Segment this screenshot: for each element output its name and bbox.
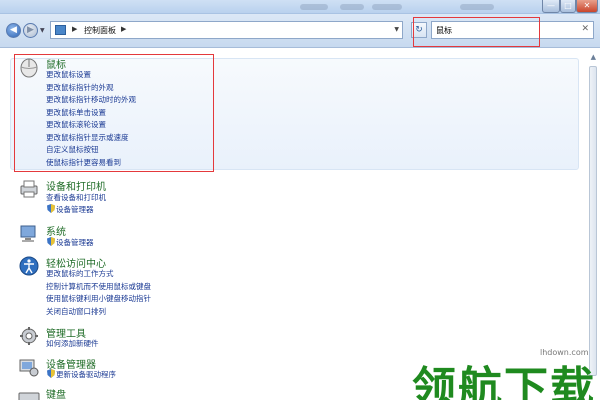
device-manager-icon [19, 359, 39, 377]
result-link[interactable]: 更改鼠标指针的外观 [46, 82, 114, 93]
search-results-pane: ▲ 鼠标 更改鼠标设置 更改鼠标指针的外观 更改鼠标指针移动时的外观 更改鼠标单… [0, 48, 600, 400]
address-bar[interactable]: ▶ 控制面板 ▶ ▼ [50, 21, 403, 39]
result-title[interactable]: 设备和打印机 [46, 178, 106, 193]
scrollbar-thumb[interactable] [589, 66, 597, 376]
clear-search-icon[interactable]: ✕ [581, 24, 589, 34]
result-link[interactable]: 控制计算机而不使用鼠标或键盘 [46, 281, 151, 292]
admin-shield-icon [47, 204, 55, 213]
minimize-button[interactable]: — [542, 0, 560, 13]
keyboard-icon [18, 392, 40, 400]
admin-tools-icon [20, 327, 38, 345]
back-button[interactable]: ◀ [6, 23, 21, 38]
admin-shield-icon [47, 369, 55, 378]
ease-of-access-icon [19, 256, 39, 276]
blurred-title-area [300, 4, 328, 10]
result-link[interactable]: 更改鼠标滚轮设置 [46, 119, 106, 130]
result-link[interactable]: 自定义鼠标按钮 [46, 144, 99, 155]
result-link[interactable]: 更改鼠标指针移动时的外观 [46, 94, 136, 105]
control-panel-icon [55, 25, 66, 35]
mouse-annotation-box [14, 54, 214, 172]
result-link[interactable]: 查看设备和打印机 [46, 192, 106, 203]
maximize-button[interactable]: □ [560, 0, 576, 13]
recent-pages-dropdown-icon[interactable]: ▼ [40, 27, 45, 34]
title-bar: — □ ✕ [0, 0, 600, 14]
result-link[interactable]: 更改鼠标设置 [46, 69, 91, 80]
breadcrumb-separator-icon[interactable]: ▶ [121, 25, 126, 33]
result-link[interactable]: 设备管理器 [56, 237, 94, 248]
result-link[interactable]: 更改鼠标单击设置 [46, 107, 106, 118]
result-link[interactable]: 更改鼠标指针显示或速度 [46, 132, 129, 143]
address-dropdown-icon[interactable]: ▼ [394, 26, 399, 33]
blurred-title-area [460, 4, 494, 10]
admin-shield-icon [47, 237, 55, 246]
search-annotation-box [413, 17, 540, 47]
close-button[interactable]: ✕ [576, 0, 598, 13]
result-link[interactable]: 更改鼠标的工作方式 [46, 268, 114, 279]
watermark-logo: 领航下载 [412, 363, 596, 400]
blurred-title-area [340, 4, 364, 10]
mouse-icon [20, 58, 38, 78]
result-link[interactable]: 使鼠标指针更容易看到 [46, 157, 121, 168]
result-link[interactable]: 设备管理器 [56, 204, 94, 215]
result-link[interactable]: 更新设备驱动程序 [56, 369, 116, 380]
printer-icon [20, 180, 38, 198]
computer-icon [20, 225, 36, 242]
blurred-title-area [372, 4, 402, 10]
result-link[interactable]: 使用鼠标键利用小键盘移动指针 [46, 293, 151, 304]
breadcrumb-control-panel[interactable]: 控制面板 [84, 25, 116, 36]
result-link[interactable]: 关闭自动窗口排列 [46, 306, 106, 317]
result-title[interactable]: 键盘 [46, 386, 66, 400]
breadcrumb-separator-icon[interactable]: ▶ [72, 25, 77, 33]
scroll-up-icon[interactable]: ▲ [591, 53, 596, 61]
result-link[interactable]: 如何添加新硬件 [46, 338, 99, 349]
result-title[interactable]: 系统 [46, 223, 66, 238]
forward-button[interactable]: ▶ [23, 23, 38, 38]
